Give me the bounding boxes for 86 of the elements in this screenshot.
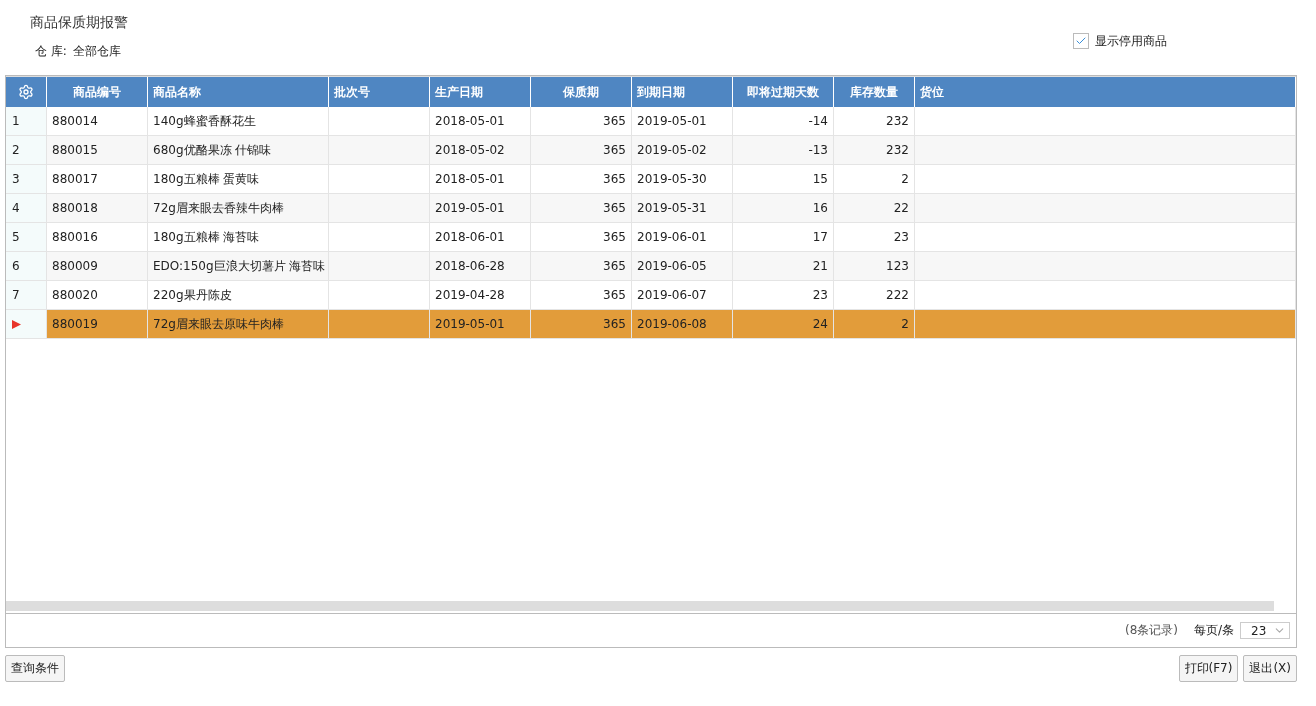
table-cell: 880017 (52, 172, 98, 186)
table-row[interactable]: 880019 72g眉来眼去原味牛肉棒 2019-05-01 365 2019-06-08 24 2 (6, 310, 1296, 339)
table-row[interactable]: 1 880014 140g蜂蜜香酥花生 2018-05-01 365 2019-05-01 -14 232 (6, 107, 1296, 136)
row-pointer-icon (12, 319, 21, 329)
table-row[interactable]: 4 880018 72g眉来眼去香辣牛肉棒 2019-05-01 365 2019-05-31 16 22 (6, 194, 1296, 223)
table-cell: 365 (603, 114, 626, 128)
row-number: 4 (12, 201, 20, 215)
table-cell: 232 (886, 114, 909, 128)
table-cell: 2 (901, 317, 909, 331)
row-number: 7 (12, 288, 20, 302)
row-number: 5 (12, 230, 20, 244)
table-cell: 2018-05-01 (435, 114, 505, 128)
row-number: 2 (12, 143, 20, 157)
table-cell: 2 (901, 172, 909, 186)
table-cell: 2018-05-02 (435, 143, 505, 157)
table-cell: 220g果丹陈皮 (153, 286, 232, 304)
table-cell: 2019-05-01 (637, 114, 707, 128)
warehouse-value: 全部仓库 (72, 42, 121, 60)
table-cell: 365 (603, 172, 626, 186)
table-cell: 880018 (52, 201, 98, 215)
checkbox[interactable] (1073, 33, 1089, 49)
record-count: (8条记录) (1124, 622, 1178, 639)
table-cell: 680g优酪果冻 什锦味 (153, 141, 272, 159)
settings-icon[interactable] (18, 84, 34, 100)
table-cell: 21 (812, 259, 828, 273)
table-cell: 180g五粮棒 海苔味 (153, 228, 260, 246)
table-cell: 365 (603, 259, 626, 273)
row-number: 6 (12, 259, 20, 273)
table-cell: 72g眉来眼去香辣牛肉棒 (153, 199, 284, 217)
row-number: 1 (12, 114, 20, 128)
warehouse-label: 仓 库: (35, 42, 67, 60)
table-cell: 180g五粮棒 蛋黄味 (153, 170, 260, 188)
page-size-label: 每页/条 (1193, 622, 1234, 639)
table-cell: 2018-06-28 (435, 259, 505, 273)
page-size-select[interactable]: 23 (1240, 622, 1290, 639)
table-cell: 880016 (52, 230, 98, 244)
table-cell: 880020 (52, 288, 98, 302)
table-cell: 2019-06-01 (637, 230, 707, 244)
table-cell: 365 (603, 288, 626, 302)
row-number: 3 (12, 172, 20, 186)
table-row[interactable]: 2 880015 680g优酪果冻 什锦味 2018-05-02 365 2019-05-02 -13 232 (6, 136, 1296, 165)
table-cell: 16 (812, 201, 828, 215)
table-cell: 2019-05-31 (637, 201, 707, 215)
page-title: 商品保质期报警 (30, 14, 129, 32)
table-cell: 2019-04-28 (435, 288, 505, 302)
table-row[interactable]: 7 880020 220g果丹陈皮 2019-04-28 365 2019-06-07 23 222 (6, 281, 1296, 310)
table-cell: 2019-05-01 (435, 201, 505, 215)
check-icon (1075, 35, 1087, 47)
checkbox-label: 显示停用商品 (1095, 32, 1167, 50)
table-cell: 23 (812, 288, 828, 302)
table-cell: 72g眉来眼去原味牛肉棒 (153, 315, 284, 333)
table-cell: 2018-06-01 (435, 230, 505, 244)
table-cell: 140g蜂蜜香酥花生 (153, 112, 256, 130)
table-cell: 365 (603, 201, 626, 215)
table-cell: 365 (603, 230, 626, 244)
print-button[interactable]: 打印(F7) (1178, 655, 1239, 682)
table-cell: 2019-05-02 (637, 143, 707, 157)
table-cell: 2019-06-07 (637, 288, 707, 302)
query-conditions-button[interactable]: 查询条件 (5, 655, 65, 682)
table-cell: 365 (603, 143, 626, 157)
table-cell: 123 (886, 259, 909, 273)
table-row[interactable]: 3 880017 180g五粮棒 蛋黄味 2018-05-01 365 2019-05-30 15 2 (6, 165, 1296, 194)
horizontal-scrollbar[interactable] (6, 601, 1274, 611)
table-cell: 880019 (52, 317, 98, 331)
table-row[interactable]: 5 880016 180g五粮棒 海苔味 2018-06-01 365 2019-06-01 17 23 (6, 223, 1296, 252)
table-cell: 2019-06-05 (637, 259, 707, 273)
table-cell: 23 (893, 230, 909, 244)
table-cell: 22 (893, 201, 909, 215)
table-cell: 222 (886, 288, 909, 302)
exit-button[interactable]: 退出(X) (1243, 655, 1297, 682)
table-cell: 365 (603, 317, 626, 331)
table-cell: 880009 (52, 259, 98, 273)
table-cell: 15 (812, 172, 828, 186)
table-cell: EDO:150g巨浪大切薯片 海苔味 (153, 257, 326, 275)
table-cell: 232 (886, 143, 909, 157)
table-cell: 880014 (52, 114, 98, 128)
table-cell: 17 (812, 230, 828, 244)
table-cell: 880015 (52, 143, 98, 157)
table-cell: 24 (812, 317, 828, 331)
table-row[interactable]: 6 880009 EDO:150g巨浪大切薯片 海苔味 2018-06-28 365 2019-06-05 21 123 (6, 252, 1296, 281)
table-cell: 2019-05-30 (637, 172, 707, 186)
table-cell: 2018-05-01 (435, 172, 505, 186)
table-cell: -13 (808, 143, 828, 157)
table-cell: -14 (808, 114, 828, 128)
table-cell: 2019-05-01 (435, 317, 505, 331)
table-cell: 2019-06-08 (637, 317, 707, 331)
